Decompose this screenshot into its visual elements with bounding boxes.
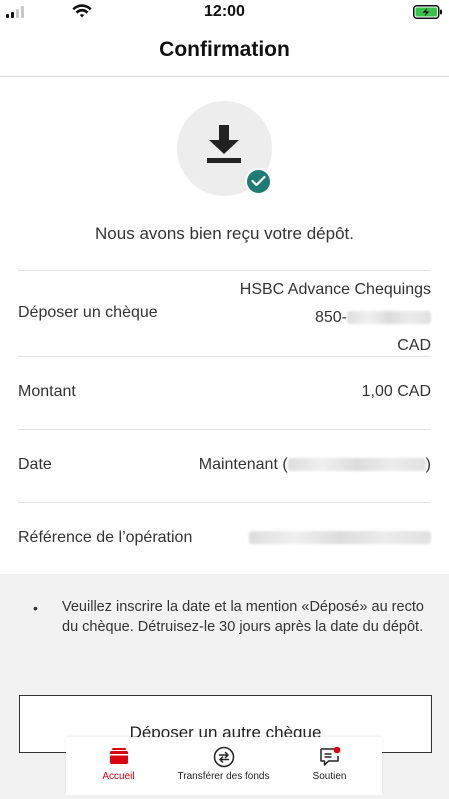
page-title: Confirmation xyxy=(159,38,290,61)
battery-charging-icon xyxy=(413,5,443,24)
account-number: 850- xyxy=(240,304,431,332)
amount-value: 1,00 CAD xyxy=(361,383,431,400)
date-value-prefix: Maintenant ( xyxy=(198,456,288,473)
header: Confirmation xyxy=(0,26,449,77)
redacted-reference-number xyxy=(249,531,431,545)
checkmark-icon xyxy=(245,168,272,195)
nav-item-support[interactable]: Soutien xyxy=(277,737,382,795)
transfer-icon xyxy=(171,746,276,768)
status-time: 12:00 xyxy=(204,3,245,20)
account-name: HSBC Advance Chequings xyxy=(239,281,431,298)
detail-row-amount: Montant 1,00 CAD xyxy=(18,356,431,429)
wallet-icon xyxy=(66,746,171,768)
nav-label-support: Soutien xyxy=(312,771,347,782)
date-value: Maintenant () xyxy=(199,456,431,474)
nav-label-home: Accueil xyxy=(102,771,135,782)
reference-value xyxy=(249,529,431,547)
detail-row-reference: Référence de l’opération xyxy=(18,502,431,575)
nav-label-transfer-funds: Transférer des fonds xyxy=(177,771,270,782)
download-icon xyxy=(205,125,243,170)
amount-label: Montant xyxy=(18,383,76,400)
date-value-suffix: ) xyxy=(425,456,431,473)
notice-bullet: • xyxy=(33,600,38,616)
detail-row-account: Déposer un chèque HSBC Advance Chequings… xyxy=(18,270,431,356)
account-value: HSBC Advance Chequings 850- CAD xyxy=(240,276,431,360)
reference-label: Référence de l’opération xyxy=(18,529,193,546)
nav-item-home[interactable]: Accueil xyxy=(66,737,171,795)
status-bar: 12:00 xyxy=(0,0,449,26)
date-label: Date xyxy=(18,456,52,473)
notice-text: Veuillez inscrire la date et la mention … xyxy=(62,599,424,635)
deposit-details: Déposer un chèque HSBC Advance Chequings… xyxy=(18,270,431,575)
redacted-date xyxy=(287,458,426,472)
account-number-prefix: 850- xyxy=(314,309,347,326)
account-label: Déposer un chèque xyxy=(18,304,158,321)
redacted-account-number xyxy=(347,311,431,325)
deposit-confirmation-illustration xyxy=(177,101,272,196)
detail-row-date: Date Maintenant () xyxy=(18,429,431,502)
bottom-nav: Accueil Transférer des fonds Soutien xyxy=(66,737,382,795)
nav-item-transfer-funds[interactable]: Transférer des fonds xyxy=(171,737,276,795)
success-message: Nous avons bien reçu votre dépôt. xyxy=(95,224,354,243)
chat-notification-icon xyxy=(277,746,382,768)
